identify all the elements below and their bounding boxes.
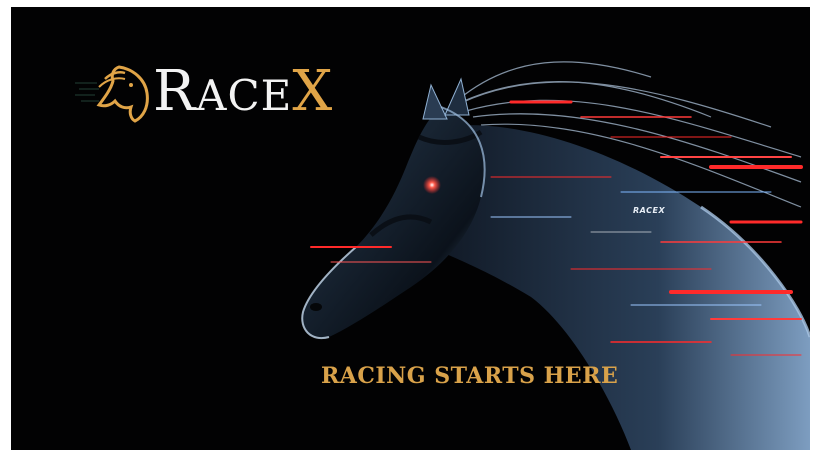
horse-body bbox=[431, 125, 810, 450]
horse-head-icon bbox=[75, 65, 149, 123]
brand-wordmark: RACEX bbox=[153, 59, 333, 129]
banner: RACEX RACEX RACING STARTS HERE bbox=[11, 7, 810, 450]
brand-name-tail: X bbox=[292, 59, 334, 124]
tagline: RACING STARTS HERE bbox=[321, 363, 619, 389]
saddle-cloth-text: RACEX bbox=[633, 206, 666, 215]
brand-logo: RACEX bbox=[75, 59, 333, 129]
horse-eye bbox=[423, 176, 441, 194]
brand-name-lead: R bbox=[153, 59, 197, 124]
horse-ear-left bbox=[422, 83, 448, 120]
brand-name-middle: ACE bbox=[196, 71, 293, 120]
